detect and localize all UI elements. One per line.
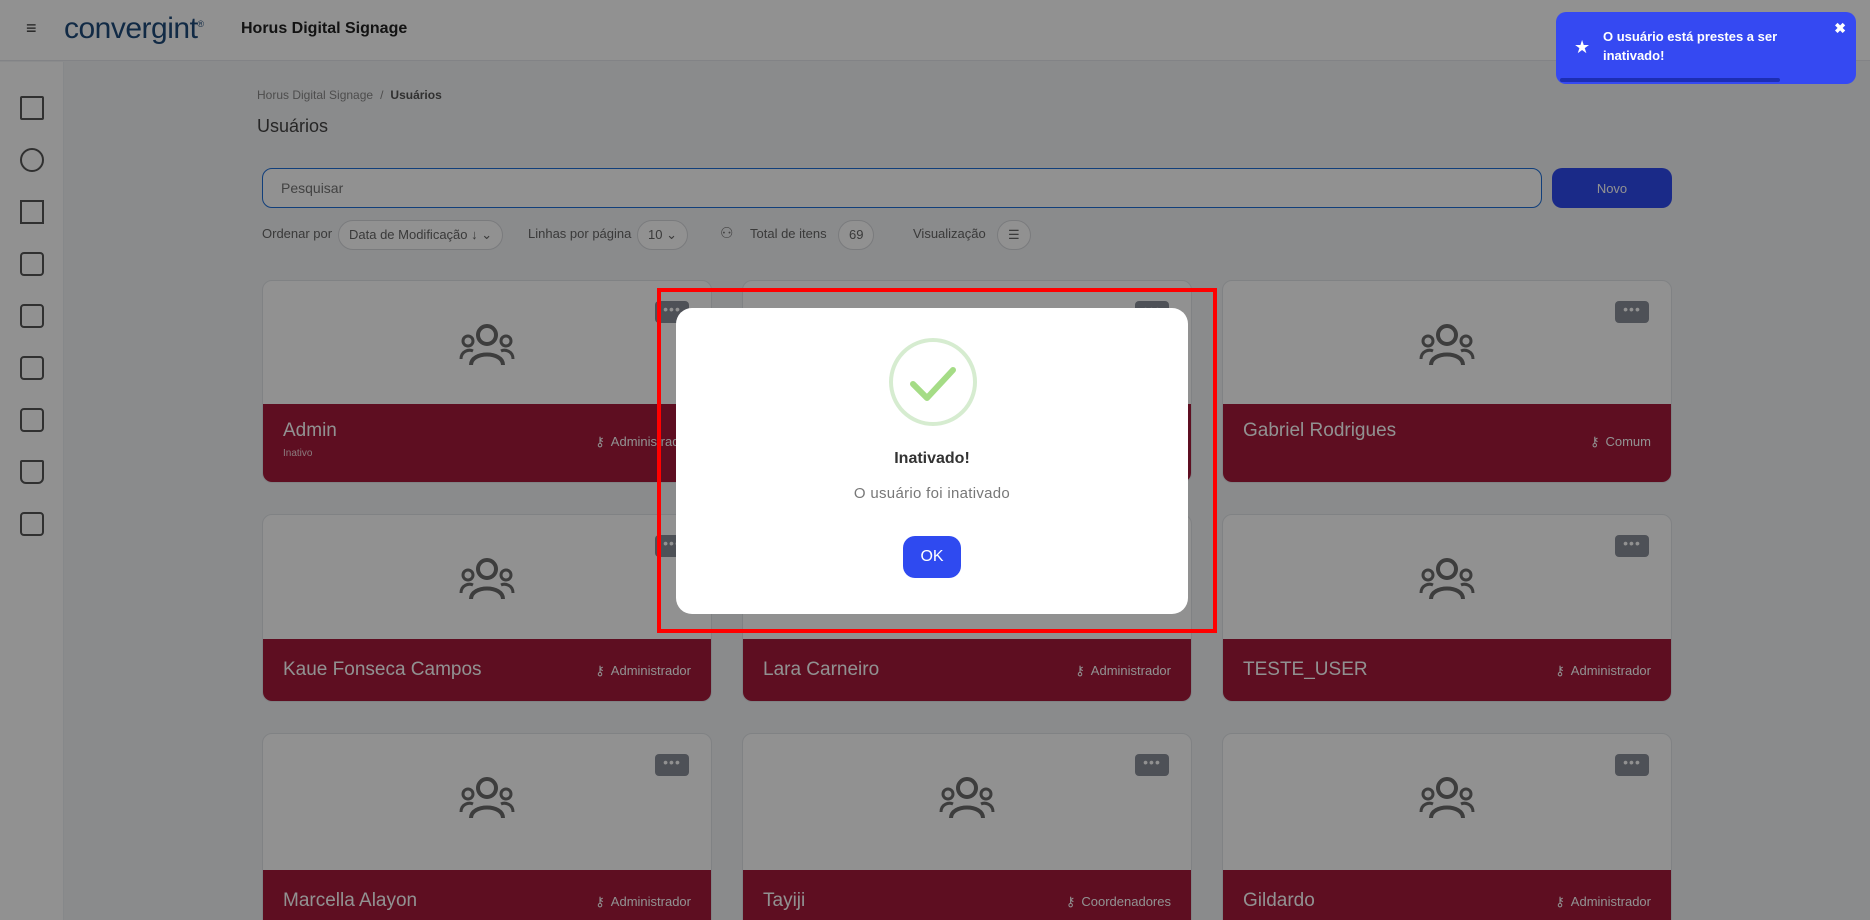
toast-notification: ★ O usuário está prestes a ser inativado…: [1556, 12, 1856, 84]
highlight-box: [657, 288, 1217, 633]
close-icon[interactable]: ✖: [1834, 20, 1846, 37]
star-icon: ★: [1574, 37, 1591, 57]
toast-progress-bar: [1560, 78, 1780, 82]
toast-message: O usuário está prestes a ser inativado!: [1603, 29, 1778, 63]
